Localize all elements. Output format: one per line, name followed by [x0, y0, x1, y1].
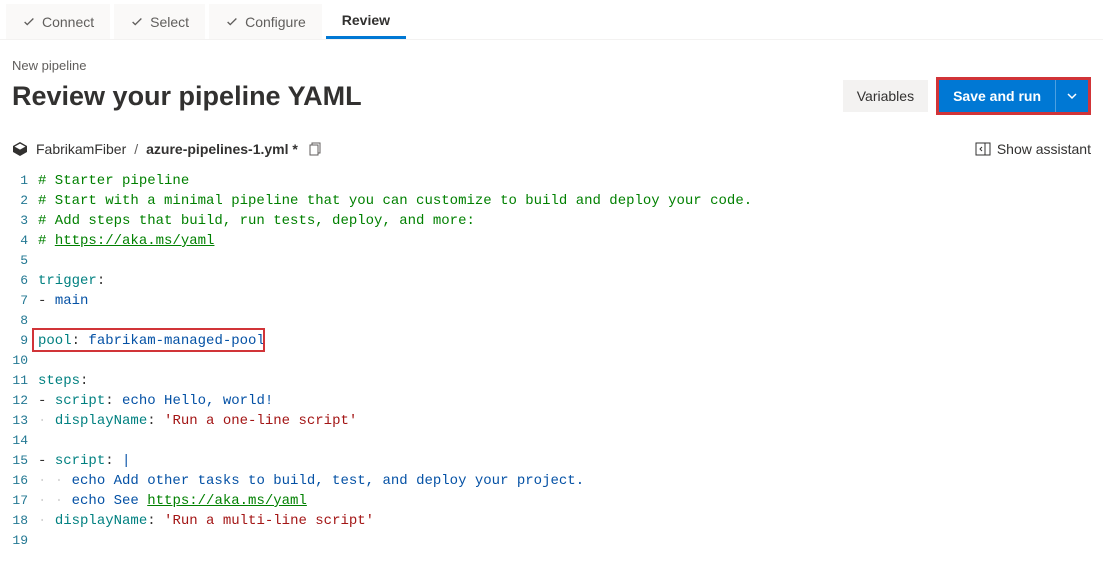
- check-icon: [225, 15, 239, 29]
- breadcrumb: New pipeline: [12, 58, 1091, 73]
- file-subheader: FabrikamFiber / azure-pipelines-1.yml * …: [0, 127, 1103, 165]
- editor-line[interactable]: 5: [0, 251, 1103, 271]
- editor-line[interactable]: 8: [0, 311, 1103, 331]
- editor-line[interactable]: 15- script: |: [0, 451, 1103, 471]
- line-code[interactable]: [38, 311, 1103, 331]
- line-number: 16: [0, 471, 38, 491]
- page-title: Review your pipeline YAML: [12, 81, 362, 112]
- variables-button[interactable]: Variables: [843, 80, 928, 112]
- chevron-down-icon: [1066, 90, 1078, 102]
- line-number: 14: [0, 431, 38, 451]
- line-code[interactable]: trigger:: [38, 271, 1103, 291]
- editor-line[interactable]: 1# Starter pipeline: [0, 171, 1103, 191]
- yaml-editor[interactable]: 1# Starter pipeline2# Start with a minim…: [0, 165, 1103, 551]
- show-assistant-label: Show assistant: [997, 141, 1091, 157]
- line-number: 13: [0, 411, 38, 431]
- wizard-step-label: Connect: [42, 14, 94, 30]
- editor-line[interactable]: 12- script: echo Hello, world!: [0, 391, 1103, 411]
- editor-line[interactable]: 11steps:: [0, 371, 1103, 391]
- wizard-step-configure[interactable]: Configure: [209, 4, 322, 39]
- editor-line[interactable]: 4# https://aka.ms/yaml: [0, 231, 1103, 251]
- line-code[interactable]: # Starter pipeline: [38, 171, 1103, 191]
- editor-line[interactable]: 7- main: [0, 291, 1103, 311]
- show-assistant-button[interactable]: Show assistant: [975, 141, 1091, 157]
- wizard-step-select[interactable]: Select: [114, 4, 205, 39]
- line-code[interactable]: [38, 531, 1103, 551]
- line-code[interactable]: steps:: [38, 371, 1103, 391]
- line-number: 1: [0, 171, 38, 191]
- line-code[interactable]: [38, 431, 1103, 451]
- line-code[interactable]: [38, 251, 1103, 271]
- line-code[interactable]: · · echo Add other tasks to build, test,…: [38, 471, 1103, 491]
- line-code[interactable]: · displayName: 'Run a multi-line script': [38, 511, 1103, 531]
- line-code[interactable]: · displayName: 'Run a one-line script': [38, 411, 1103, 431]
- wizard-steps: Connect Select Configure Review: [0, 0, 1103, 40]
- editor-line[interactable]: 13· displayName: 'Run a one-line script': [0, 411, 1103, 431]
- line-code[interactable]: # https://aka.ms/yaml: [38, 231, 1103, 251]
- save-run-button[interactable]: Save and run: [939, 80, 1055, 112]
- check-icon: [130, 15, 144, 29]
- line-number: 9: [0, 331, 38, 351]
- line-number: 4: [0, 231, 38, 251]
- line-code[interactable]: · · echo See https://aka.ms/yaml: [38, 491, 1103, 511]
- line-code[interactable]: # Add steps that build, run tests, deplo…: [38, 211, 1103, 231]
- repo-icon: [12, 141, 28, 157]
- editor-line[interactable]: 14: [0, 431, 1103, 451]
- file-name[interactable]: azure-pipelines-1.yml *: [146, 141, 298, 157]
- file-breadcrumb: FabrikamFiber / azure-pipelines-1.yml *: [12, 141, 322, 157]
- line-code[interactable]: - main: [38, 291, 1103, 311]
- wizard-step-label: Select: [150, 14, 189, 30]
- line-number: 10: [0, 351, 38, 371]
- line-code[interactable]: - script: echo Hello, world!: [38, 391, 1103, 411]
- editor-line[interactable]: 6trigger:: [0, 271, 1103, 291]
- line-number: 5: [0, 251, 38, 271]
- save-run-split-button-highlight: Save and run: [936, 77, 1091, 115]
- line-number: 11: [0, 371, 38, 391]
- line-number: 18: [0, 511, 38, 531]
- header-actions: Variables Save and run: [843, 77, 1091, 115]
- line-code[interactable]: # Start with a minimal pipeline that you…: [38, 191, 1103, 211]
- line-number: 6: [0, 271, 38, 291]
- yaml-editor-wrap: 1# Starter pipeline2# Start with a minim…: [0, 165, 1103, 551]
- editor-line[interactable]: 9pool: fabrikam-managed-pool: [0, 331, 1103, 351]
- editor-line[interactable]: 10: [0, 351, 1103, 371]
- separator: /: [134, 141, 138, 157]
- wizard-step-review[interactable]: Review: [326, 4, 406, 39]
- repo-name[interactable]: FabrikamFiber: [36, 141, 126, 157]
- editor-line[interactable]: 19: [0, 531, 1103, 551]
- line-number: 12: [0, 391, 38, 411]
- wizard-step-connect[interactable]: Connect: [6, 4, 110, 39]
- save-run-dropdown-button[interactable]: [1055, 80, 1088, 112]
- editor-line[interactable]: 2# Start with a minimal pipeline that yo…: [0, 191, 1103, 211]
- line-number: 17: [0, 491, 38, 511]
- line-number: 2: [0, 191, 38, 211]
- editor-line[interactable]: 3# Add steps that build, run tests, depl…: [0, 211, 1103, 231]
- line-number: 3: [0, 211, 38, 231]
- editor-line[interactable]: 18· displayName: 'Run a multi-line scrip…: [0, 511, 1103, 531]
- editor-line[interactable]: 16· · echo Add other tasks to build, tes…: [0, 471, 1103, 491]
- line-code[interactable]: - script: |: [38, 451, 1103, 471]
- line-number: 7: [0, 291, 38, 311]
- line-code[interactable]: [38, 351, 1103, 371]
- line-number: 8: [0, 311, 38, 331]
- page-header: New pipeline Review your pipeline YAML V…: [0, 40, 1103, 127]
- wizard-step-label: Configure: [245, 14, 306, 30]
- line-number: 19: [0, 531, 38, 551]
- line-number: 15: [0, 451, 38, 471]
- check-icon: [22, 15, 36, 29]
- editor-line[interactable]: 17· · echo See https://aka.ms/yaml: [0, 491, 1103, 511]
- wizard-step-label: Review: [342, 12, 390, 28]
- panel-collapse-icon: [975, 141, 991, 157]
- copy-icon[interactable]: [306, 141, 322, 157]
- line-code[interactable]: pool: fabrikam-managed-pool: [38, 331, 1103, 351]
